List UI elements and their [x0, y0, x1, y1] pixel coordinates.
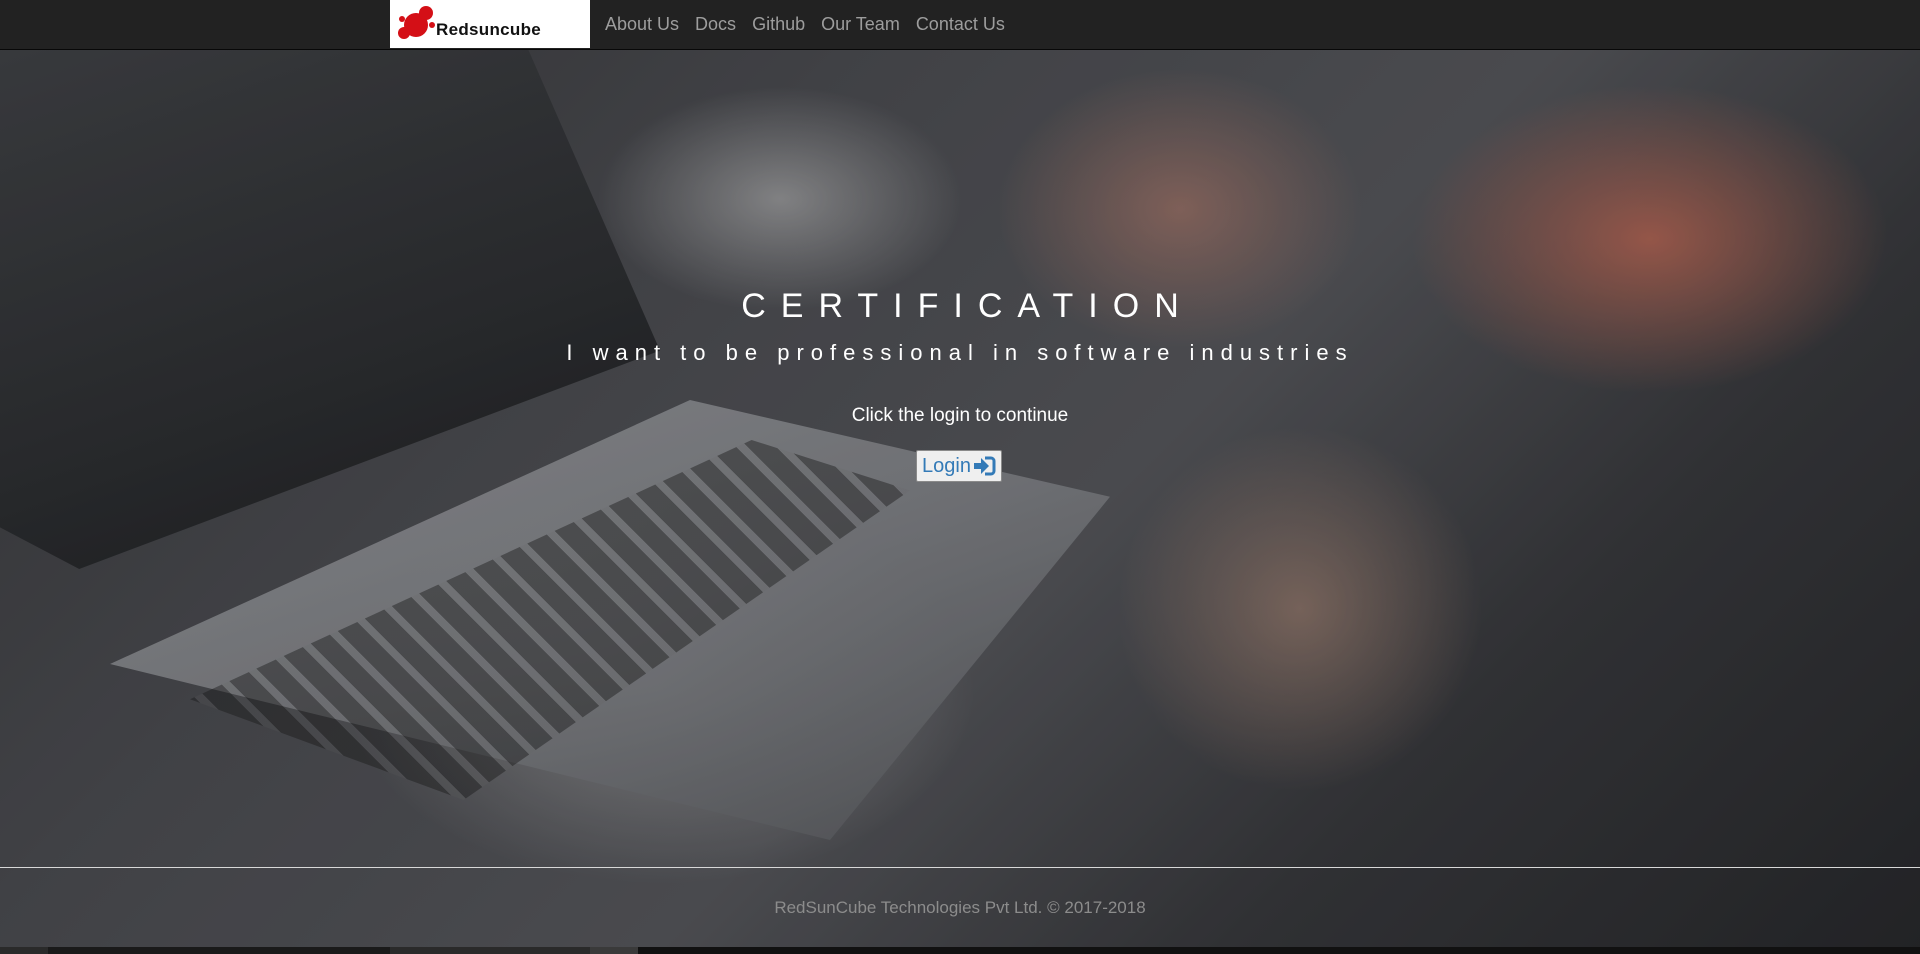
- landing-page: Redsuncube About Us Docs Github Our Team…: [0, 0, 1920, 954]
- nav-item-contact-us[interactable]: Contact Us: [908, 14, 1013, 35]
- hero-dark-overlay: [0, 49, 1920, 954]
- nav-item-about-us[interactable]: About Us: [597, 14, 687, 35]
- nav-item-github[interactable]: Github: [744, 14, 813, 35]
- nav-item-docs[interactable]: Docs: [687, 14, 744, 35]
- login-prompt-text: Click the login to continue: [851, 405, 1069, 426]
- bottom-edge-strip: [0, 947, 1920, 954]
- footer-copyright: RedSunCube Technologies Pvt Ltd. © 2017-…: [774, 898, 1146, 917]
- footer-divider: [0, 867, 1920, 868]
- nav-item-our-team[interactable]: Our Team: [813, 14, 908, 35]
- login-button-label: Login: [922, 454, 971, 477]
- hero-subtitle: I want to be professional in software in…: [566, 340, 1354, 365]
- red-blob-logo-icon: [398, 6, 435, 39]
- login-button[interactable]: Login: [916, 450, 1002, 482]
- nav-links: About Us Docs Github Our Team Contact Us: [597, 0, 1013, 48]
- top-navbar: Redsuncube About Us Docs Github Our Team…: [0, 0, 1920, 50]
- brand-logo-link[interactable]: Redsuncube: [390, 0, 590, 48]
- hero-title: CERTIFICATION: [741, 287, 1194, 325]
- sign-in-icon: [973, 456, 996, 476]
- brand-name: Redsuncube: [436, 20, 542, 39]
